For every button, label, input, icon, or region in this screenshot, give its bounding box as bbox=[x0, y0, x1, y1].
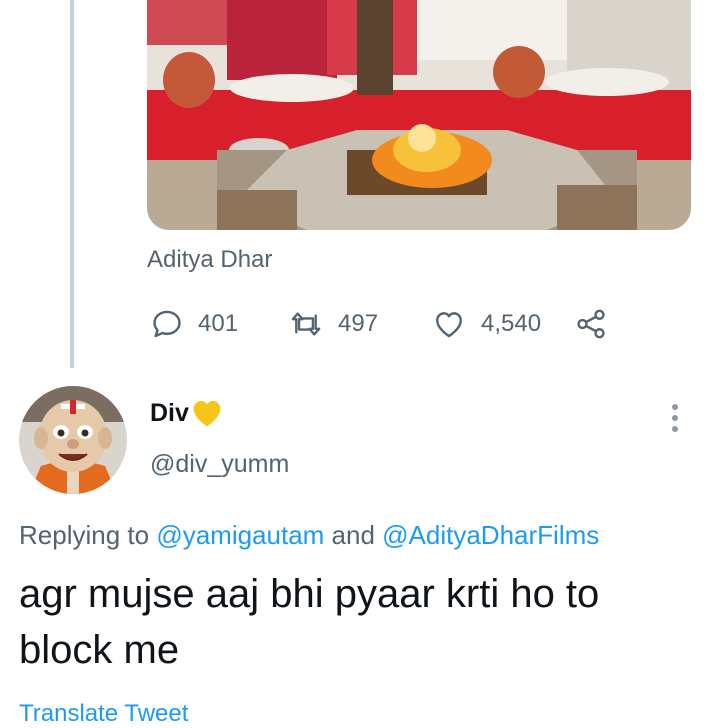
author-name-line[interactable]: Div bbox=[150, 398, 223, 428]
share-button[interactable] bbox=[574, 304, 608, 344]
wedding-ritual-photo bbox=[147, 0, 691, 230]
retweet-button[interactable]: 497 bbox=[288, 304, 378, 344]
like-count: 4,540 bbox=[481, 310, 542, 337]
display-name: Div bbox=[150, 398, 189, 427]
tweet-action-bar: 401 497 4,540 bbox=[150, 304, 620, 344]
mention-adityadharfilms[interactable]: @AdityaDharFilms bbox=[382, 520, 599, 550]
more-options-icon[interactable] bbox=[664, 400, 686, 436]
retweet-count: 497 bbox=[338, 310, 379, 337]
thread-connector-line bbox=[70, 0, 74, 368]
replying-prefix: Replying to bbox=[19, 520, 157, 550]
translate-tweet-link[interactable]: Translate Tweet bbox=[19, 700, 188, 728]
reply-button[interactable]: 401 bbox=[150, 304, 238, 344]
tweet-text: agr mujse aaj bhi pyaar krti ho to block… bbox=[19, 572, 600, 672]
reply-count: 401 bbox=[198, 310, 239, 337]
user-handle[interactable]: @div_yumm bbox=[150, 450, 289, 479]
media-caption: Aditya Dhar bbox=[147, 246, 273, 273]
heart-outline-icon bbox=[436, 312, 462, 338]
tweet-media-photo[interactable] bbox=[147, 0, 691, 230]
yellow-heart-emoji-icon bbox=[193, 401, 221, 427]
replying-to-line: Replying to @yamigautam and @AdityaDharF… bbox=[19, 520, 599, 551]
replying-and: and bbox=[324, 520, 383, 550]
mention-yamigautam[interactable]: @yamigautam bbox=[156, 520, 324, 550]
avatar[interactable] bbox=[19, 386, 127, 494]
like-button[interactable]: 4,540 bbox=[431, 304, 541, 344]
reply-icon bbox=[153, 310, 181, 338]
retweet-icon bbox=[291, 312, 321, 336]
avatar-image bbox=[19, 386, 127, 494]
share-icon bbox=[577, 309, 605, 339]
